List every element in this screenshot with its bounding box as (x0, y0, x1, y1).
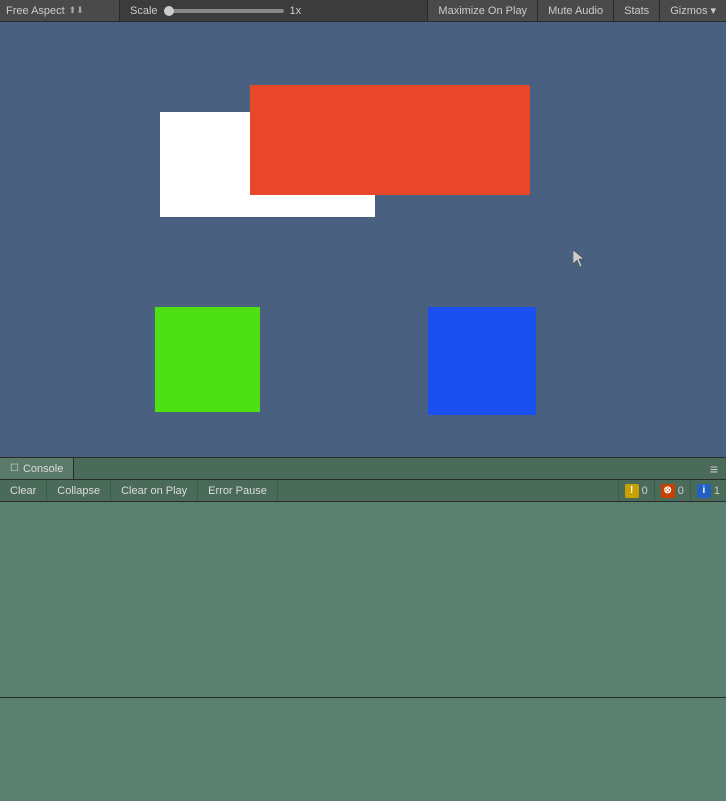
clear-button[interactable]: Clear (0, 480, 47, 501)
console-tab[interactable]: ☐ Console (0, 458, 74, 479)
scale-slider[interactable] (164, 9, 284, 13)
blue-square (428, 307, 536, 415)
console-panel: ☐ Console ≡ Clear Collapse Clear on Play… (0, 457, 726, 697)
console-menu-icon[interactable]: ≡ (702, 461, 726, 477)
aspect-selector[interactable]: Free Aspect ⬆⬇ (0, 0, 120, 21)
console-tab-bar: ☐ Console ≡ (0, 458, 726, 480)
scale-value: 1x (290, 5, 302, 17)
console-tab-icon: ☐ (10, 463, 19, 474)
aspect-label: Free Aspect (6, 5, 65, 17)
warning-icon: ! (625, 484, 639, 498)
stats-button[interactable]: Stats (613, 0, 659, 21)
console-counts: ! 0 ⊗ 0 i 1 (618, 480, 726, 501)
scale-area: Scale 1x (120, 5, 427, 17)
collapse-button[interactable]: Collapse (47, 480, 111, 501)
cursor-icon (573, 250, 587, 268)
error-count[interactable]: ⊗ 0 (654, 480, 690, 501)
info-number: 1 (714, 485, 720, 497)
game-view (0, 22, 726, 457)
info-count[interactable]: i 1 (690, 480, 726, 501)
maximize-on-play-button[interactable]: Maximize On Play (427, 0, 537, 21)
error-pause-button[interactable]: Error Pause (198, 480, 278, 501)
warning-number: 0 (642, 485, 648, 497)
console-tab-label: Console (23, 463, 63, 475)
right-toolbar: Maximize On Play Mute Audio Stats Gizmos… (427, 0, 726, 21)
error-number: 0 (678, 485, 684, 497)
mute-audio-button[interactable]: Mute Audio (537, 0, 613, 21)
error-icon: ⊗ (661, 484, 675, 498)
console-content (0, 502, 726, 697)
bottom-area (0, 697, 726, 801)
scale-label: Scale (130, 5, 158, 17)
gizmos-button[interactable]: Gizmos ▾ (659, 0, 726, 21)
aspect-arrows: ⬆⬇ (69, 5, 84, 16)
console-toolbar: Clear Collapse Clear on Play Error Pause… (0, 480, 726, 502)
green-square (155, 307, 260, 412)
red-rectangle (250, 85, 530, 195)
top-toolbar: Free Aspect ⬆⬇ Scale 1x Maximize On Play… (0, 0, 726, 22)
warning-count[interactable]: ! 0 (618, 480, 654, 501)
info-icon: i (697, 484, 711, 498)
clear-on-play-button[interactable]: Clear on Play (111, 480, 198, 501)
